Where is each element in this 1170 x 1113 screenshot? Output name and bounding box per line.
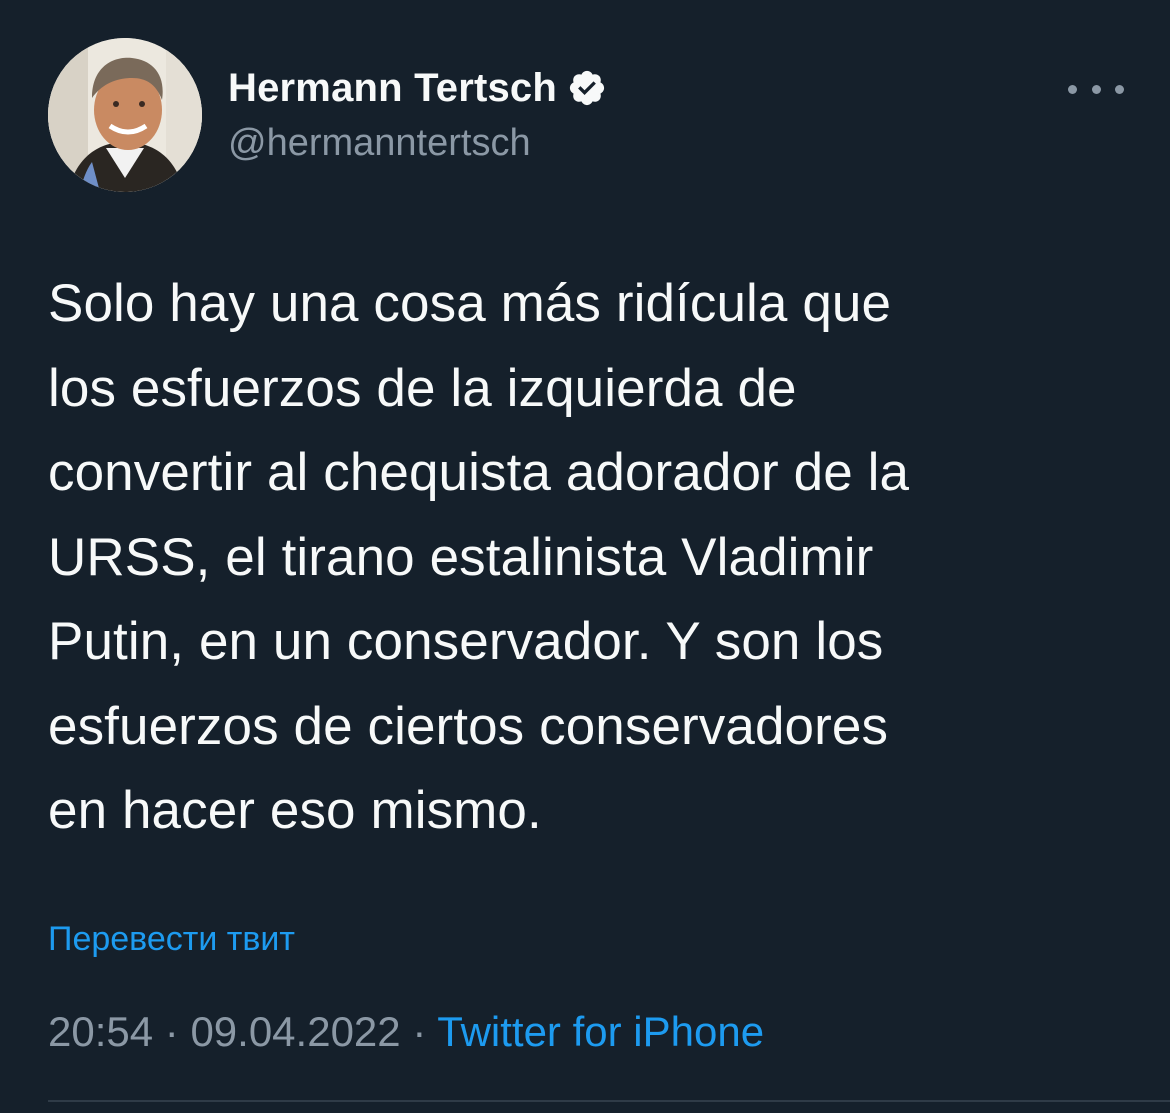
author-block: Hermann Tertsch @hermanntertsch <box>228 62 607 165</box>
avatar-photo <box>48 38 202 192</box>
name-row: Hermann Tertsch <box>228 62 607 114</box>
meta-separator: · <box>153 1008 191 1055</box>
tweet-text-line: en hacer eso mismo. <box>48 781 542 840</box>
tweet-detail: Hermann Tertsch @hermanntertsch Solo hay… <box>0 0 1170 1113</box>
tweet-text-line: los esfuerzos de la izquierda de <box>48 358 797 418</box>
tweet-meta: 20:54 · 09.04.2022 · Twitter for iPhone <box>48 1008 764 1056</box>
tweet-time: 20:54 <box>48 1008 154 1055</box>
more-dot <box>1068 84 1077 94</box>
tweet-date: 09.04.2022 <box>190 1008 401 1055</box>
meta-separator: · <box>400 1008 438 1055</box>
avatar[interactable] <box>48 38 202 192</box>
tweet-text-line: URSS, el tirano estalinista Vladimir <box>48 527 874 587</box>
handle[interactable]: @hermanntertsch <box>228 122 607 165</box>
tweet-text-line: esfuerzos de ciertos conservadores <box>48 696 889 756</box>
tweet-text: Solo hay una cosa más ridícula que los e… <box>48 262 1128 854</box>
divider <box>48 1100 1170 1102</box>
tweet-text-line: Putin, en un conservador. Y son los <box>48 612 884 671</box>
more-horizontal-icon[interactable] <box>1068 74 1124 104</box>
tweet-source-link[interactable]: Twitter for iPhone <box>437 1008 764 1055</box>
display-name[interactable]: Hermann Tertsch <box>228 66 557 111</box>
more-dot <box>1115 84 1124 94</box>
translate-tweet-link[interactable]: Перевести твит <box>48 920 295 959</box>
tweet-text-line: convertir al chequista adorador de la <box>48 443 910 502</box>
tweet-text-line: Solo hay una cosa más ridícula que <box>48 274 892 333</box>
more-dot <box>1091 84 1101 94</box>
verified-badge-icon <box>567 68 607 108</box>
